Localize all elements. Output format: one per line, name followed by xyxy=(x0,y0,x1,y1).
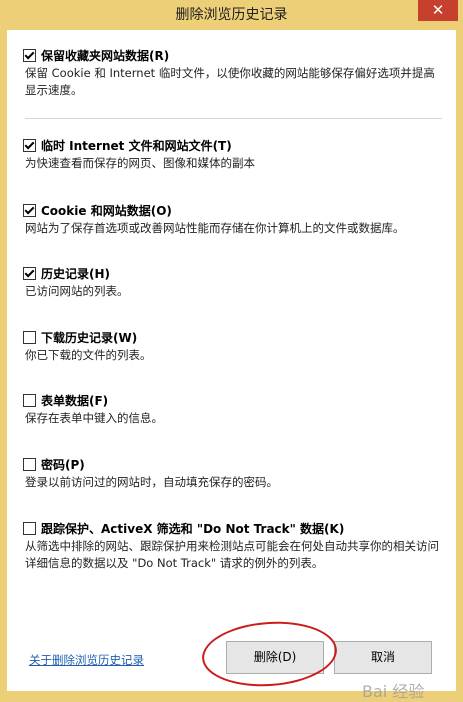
window-title: 删除浏览历史记录 xyxy=(175,7,288,23)
option-description: 保留 Cookie 和 Internet 临时文件，以使你收藏的网站能够保存偏好… xyxy=(25,66,435,97)
option-description: 已访问网站的列表。 xyxy=(25,284,129,298)
option-history: 历史记录(H) 已访问网站的列表。 xyxy=(23,264,444,300)
checkbox-cookies[interactable] xyxy=(23,203,36,217)
option-label[interactable]: 下载历史记录(W) xyxy=(41,329,137,346)
option-label[interactable]: Cookie 和网站数据(O) xyxy=(41,202,172,219)
dialog-content: 保留收藏夹网站数据(R) 保留 Cookie 和 Internet 临时文件，以… xyxy=(7,30,456,701)
option-description: 为快速查看而保存的网页、图像和媒体的副本 xyxy=(25,156,255,170)
option-cookies: Cookie 和网站数据(O) 网站为了保存首选项或改善网站性能而存储在你计算机… xyxy=(23,201,444,237)
checkbox-preserve-favorites[interactable] xyxy=(23,48,36,62)
checkbox-temp-files[interactable] xyxy=(23,138,36,152)
option-description: 保存在表单中键入的信息。 xyxy=(25,411,163,425)
checkbox-passwords[interactable] xyxy=(23,457,36,471)
title-bar: 删除浏览历史记录 ✕ xyxy=(0,0,463,30)
close-button[interactable]: ✕ xyxy=(418,0,458,21)
option-description: 登录以前访问过的网站时，自动填充保存的密码。 xyxy=(25,475,278,489)
option-label[interactable]: 密码(P) xyxy=(41,456,85,473)
close-icon: ✕ xyxy=(431,1,445,19)
option-label[interactable]: 表单数据(F) xyxy=(41,392,108,409)
option-description: 你已下载的文件的列表。 xyxy=(25,348,152,362)
option-temp-files: 临时 Internet 文件和网站文件(T) 为快速查看而保存的网页、图像和媒体… xyxy=(23,136,444,172)
option-label[interactable]: 临时 Internet 文件和网站文件(T) xyxy=(41,137,232,154)
baidu-watermark: Bai 经验 xyxy=(362,682,425,701)
separator xyxy=(25,118,442,119)
checkbox-form-data[interactable] xyxy=(23,393,36,407)
option-form-data: 表单数据(F) 保存在表单中键入的信息。 xyxy=(23,391,444,427)
delete-button[interactable]: 删除(D) xyxy=(226,641,324,674)
option-download-history: 下载历史记录(W) 你已下载的文件的列表。 xyxy=(23,328,444,364)
option-label[interactable]: 保留收藏夹网站数据(R) xyxy=(41,47,169,64)
checkbox-download-history[interactable] xyxy=(23,330,36,344)
option-tracking-protection: 跟踪保护、ActiveX 筛选和 "Do Not Track" 数据(K) 从筛… xyxy=(23,519,444,572)
option-passwords: 密码(P) 登录以前访问过的网站时，自动填充保存的密码。 xyxy=(23,455,444,491)
checkbox-history[interactable] xyxy=(23,266,36,280)
checkbox-tracking-protection[interactable] xyxy=(23,521,36,535)
option-label[interactable]: 跟踪保护、ActiveX 筛选和 "Do Not Track" 数据(K) xyxy=(41,520,344,537)
cancel-button[interactable]: 取消 xyxy=(334,641,432,674)
option-description: 从筛选中排除的网站、跟踪保护用来检测站点可能会在何处自动共享你的相关访问详细信息… xyxy=(25,539,439,570)
about-delete-history-link[interactable]: 关于删除浏览历史记录 xyxy=(29,652,144,668)
option-label[interactable]: 历史记录(H) xyxy=(41,265,110,282)
option-description: 网站为了保存首选项或改善网站性能而存储在你计算机上的文件或数据库。 xyxy=(25,221,405,235)
option-preserve-favorites: 保留收藏夹网站数据(R) 保留 Cookie 和 Internet 临时文件，以… xyxy=(23,46,444,99)
